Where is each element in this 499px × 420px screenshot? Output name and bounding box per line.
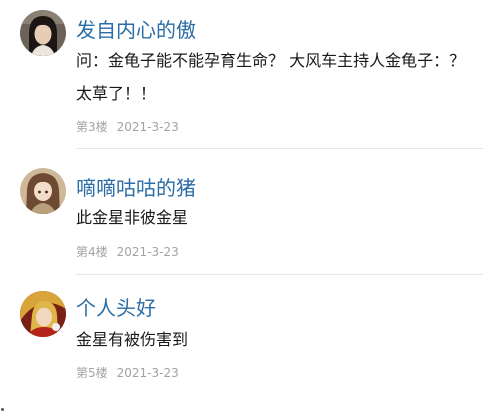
username[interactable]: 嘀嘀咕咕的猪 xyxy=(76,176,196,200)
comment-item: 个人头好 金星有被伤害到 第5楼 2021-3-23 xyxy=(0,275,499,400)
avatar-anime-character-icon xyxy=(20,291,66,337)
avatar-anime-girl-icon xyxy=(20,168,66,214)
comment-meta: 第4楼 2021-3-23 xyxy=(76,244,179,260)
comment-text: 问：金龟子能不能孕育生命？ 大风车主持人金龟子：？ 太草了！！ xyxy=(76,51,466,103)
comment-item: 嘀嘀咕咕的猪 此金星非彼金星 第4楼 2021-3-23 xyxy=(0,150,499,275)
comment-item: 发自内心的傲 问：金龟子能不能孕育生命？ 大风车主持人金龟子：？ 太草了！！ 第… xyxy=(0,0,499,150)
floor-number: 第3楼 xyxy=(76,120,108,134)
comment-date: 2021-3-23 xyxy=(116,245,179,259)
comment-date: 2021-3-23 xyxy=(116,120,179,134)
divider xyxy=(76,148,483,149)
username[interactable]: 发自内心的傲 xyxy=(76,18,196,42)
floor-number: 第5楼 xyxy=(76,366,108,380)
stray-dot xyxy=(1,408,4,411)
comment-text: 金星有被伤害到 xyxy=(76,330,189,349)
comment-meta: 第3楼 2021-3-23 xyxy=(76,119,179,135)
comment-meta: 第5楼 2021-3-23 xyxy=(76,365,179,381)
avatar[interactable] xyxy=(20,10,66,56)
username[interactable]: 个人头好 xyxy=(76,296,156,320)
floor-number: 第4楼 xyxy=(76,245,108,259)
avatar[interactable] xyxy=(20,168,66,214)
avatar-girl-icon xyxy=(20,10,66,56)
comment-text: 此金星非彼金星 xyxy=(76,208,189,227)
comment-date: 2021-3-23 xyxy=(116,366,179,380)
avatar[interactable] xyxy=(20,291,66,337)
